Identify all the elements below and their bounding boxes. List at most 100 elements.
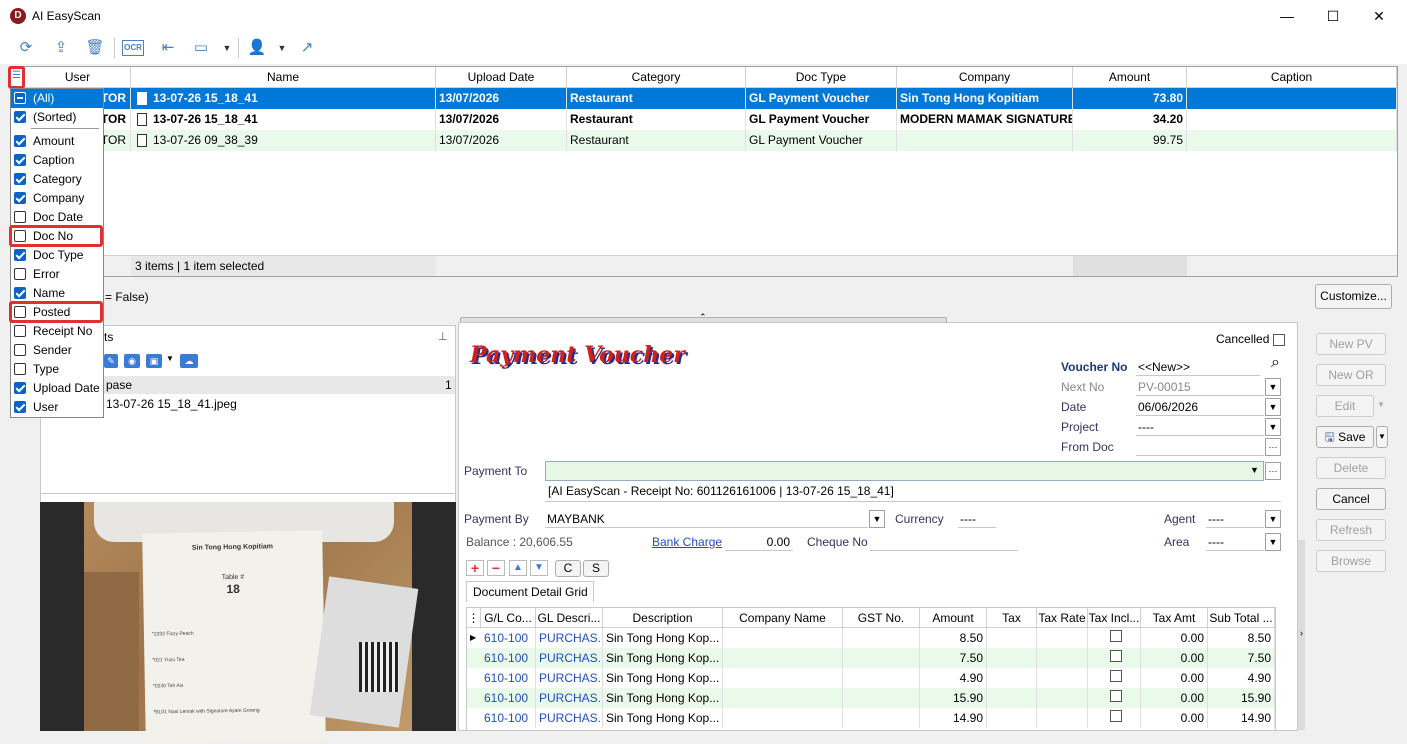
payment-to-browse-icon[interactable]: ··· — [1265, 462, 1281, 480]
cell-gl-description[interactable]: PURCHAS... — [536, 688, 603, 708]
menu-item-receipt-no[interactable]: Receipt No — [11, 322, 103, 341]
tax-inclusive-checkbox[interactable] — [1109, 650, 1122, 662]
description-field[interactable]: [AI EasyScan - Receipt No: 601126161006 … — [545, 484, 1281, 502]
save-button[interactable]: 🖫 Save — [1316, 426, 1374, 448]
cell-tax-inclusive[interactable] — [1088, 708, 1141, 728]
bank-charge-link[interactable]: Bank Charge — [652, 535, 722, 549]
col-header-tax[interactable]: Tax — [987, 608, 1037, 628]
bank-charge-field[interactable]: 0.00 — [725, 533, 793, 551]
currency-field[interactable]: ---- — [958, 510, 996, 528]
cell-amount[interactable]: 15.90 — [920, 688, 987, 708]
attachment-file[interactable]: 13-07-26 15_18_41.jpeg — [106, 397, 237, 411]
checkbox-all[interactable] — [14, 92, 26, 104]
cell-gst-no[interactable] — [843, 708, 920, 728]
col-header-gl-description[interactable]: GL Descri... — [536, 608, 603, 628]
cell-sub-total[interactable]: 8.50 — [1208, 628, 1275, 648]
new-or-button[interactable]: New OR — [1316, 364, 1386, 386]
cell-amount[interactable]: 14.90 — [920, 708, 987, 728]
checkbox-user[interactable] — [14, 401, 26, 413]
customize-button[interactable]: Customize... — [1315, 284, 1392, 309]
menu-item-caption[interactable]: Caption — [11, 151, 103, 170]
add-row-icon[interactable]: + — [466, 560, 484, 576]
checkbox-upload-date[interactable] — [14, 382, 26, 394]
cell-description[interactable]: Sin Tong Hong Kop... — [603, 708, 723, 728]
maximize-button[interactable]: ☐ — [1310, 0, 1356, 32]
cell-gst-no[interactable] — [843, 688, 920, 708]
cell-tax[interactable] — [987, 708, 1037, 728]
cheque-no-field[interactable] — [870, 533, 1018, 551]
col-header-gl-code[interactable]: G/L Co... — [481, 608, 536, 628]
close-button[interactable]: ✕ — [1356, 0, 1402, 32]
cell-gl-description[interactable]: PURCHAS... — [536, 668, 603, 688]
cell-gst-no[interactable] — [843, 648, 920, 668]
col-header-company-name[interactable]: Company Name — [723, 608, 843, 628]
layout-dropdown-icon[interactable]: ▼ — [216, 38, 238, 58]
share-icon[interactable]: ↗ — [296, 38, 318, 58]
menu-item-user[interactable]: User — [11, 398, 103, 417]
agent-field[interactable]: ---- — [1206, 510, 1264, 528]
cell-company-name[interactable] — [723, 688, 843, 708]
menu-item-doc-type[interactable]: Doc Type — [11, 246, 103, 265]
checkbox-error[interactable] — [14, 268, 26, 280]
detail-row[interactable]: 610-100 PURCHAS... Sin Tong Hong Kop... … — [467, 688, 1275, 708]
cell-tax[interactable] — [987, 628, 1037, 648]
cell-tax[interactable] — [987, 688, 1037, 708]
tax-inclusive-checkbox[interactable] — [1109, 670, 1122, 682]
cell-gl-code[interactable]: 610-100 — [481, 648, 536, 668]
edit-button[interactable]: Edit — [1316, 395, 1374, 417]
s-button[interactable]: S — [583, 560, 609, 577]
col-header-caption[interactable]: Caption — [1187, 67, 1397, 88]
date-field[interactable]: 06/06/2026 — [1136, 398, 1264, 416]
view-icon[interactable]: ◉ — [124, 354, 140, 368]
edit-dropdown-icon[interactable]: ▼ — [1377, 400, 1385, 409]
edit-icon[interactable]: ✎ — [104, 354, 118, 368]
checkbox-doc-date[interactable] — [14, 211, 26, 223]
cell-tax-amt[interactable]: 0.00 — [1141, 628, 1208, 648]
payment-to-dropdown-icon[interactable]: ▼ — [1250, 465, 1259, 475]
cell-amount[interactable]: 4.90 — [920, 668, 987, 688]
cell-gl-code[interactable]: 610-100 — [481, 668, 536, 688]
layout-icon[interactable]: ▭ — [190, 38, 212, 58]
cell-gl-description[interactable]: PURCHAS... — [536, 708, 603, 728]
cell-company-name[interactable] — [723, 628, 843, 648]
cell-description[interactable]: Sin Tong Hong Kop... — [603, 688, 723, 708]
menu-item-type[interactable]: Type — [11, 360, 103, 379]
refresh-button[interactable]: Refresh — [1316, 519, 1386, 541]
cell-tax-rate[interactable] — [1037, 688, 1088, 708]
expand-right-icon[interactable]: › — [1300, 628, 1303, 638]
col-header-company[interactable]: Company — [897, 67, 1073, 88]
col-header-sub-total[interactable]: Sub Total ... — [1208, 608, 1275, 628]
user-icon[interactable]: 👤 — [246, 38, 268, 58]
cell-gst-no[interactable] — [843, 668, 920, 688]
tab-document-detail-grid[interactable]: Document Detail Grid — [466, 581, 594, 602]
cell-tax-rate[interactable] — [1037, 668, 1088, 688]
detail-row[interactable]: 610-100 PURCHAS... Sin Tong Hong Kop... … — [467, 708, 1275, 728]
delete-button[interactable]: Delete — [1316, 457, 1386, 479]
payment-to-field[interactable] — [545, 461, 1264, 481]
cell-tax-inclusive[interactable] — [1088, 648, 1141, 668]
col-header-amount[interactable]: Amount — [920, 608, 987, 628]
minimize-button[interactable]: — — [1264, 0, 1310, 32]
ocr-icon[interactable]: OCR — [122, 40, 144, 56]
checkbox-amount[interactable] — [14, 135, 26, 147]
cell-amount[interactable]: 8.50 — [920, 628, 987, 648]
cancelled-checkbox[interactable] — [1273, 334, 1285, 346]
tax-inclusive-checkbox[interactable] — [1109, 630, 1122, 642]
cloud-upload-icon[interactable]: ☁ — [180, 354, 198, 368]
cell-description[interactable]: Sin Tong Hong Kop... — [603, 648, 723, 668]
cell-description[interactable]: Sin Tong Hong Kop... — [603, 628, 723, 648]
agent-dropdown-icon[interactable]: ▼ — [1265, 510, 1281, 528]
cell-tax[interactable] — [987, 648, 1037, 668]
c-button[interactable]: C — [555, 560, 581, 577]
menu-item-company[interactable]: Company — [11, 189, 103, 208]
save-dropdown-icon[interactable]: ▼ — [1376, 426, 1388, 448]
from-doc-field[interactable] — [1136, 438, 1264, 456]
cell-gl-code[interactable]: 610-100 — [481, 708, 536, 728]
cell-gl-description[interactable]: PURCHAS... — [536, 628, 603, 648]
cell-gst-no[interactable] — [843, 628, 920, 648]
from-doc-browse-icon[interactable]: ··· — [1265, 438, 1281, 456]
voucher-no-field[interactable]: <<New>> — [1136, 358, 1260, 376]
menu-item-upload-date[interactable]: Upload Date — [11, 379, 103, 398]
cell-sub-total[interactable]: 15.90 — [1208, 688, 1275, 708]
col-header-upload-date[interactable]: Upload Date — [436, 67, 567, 88]
